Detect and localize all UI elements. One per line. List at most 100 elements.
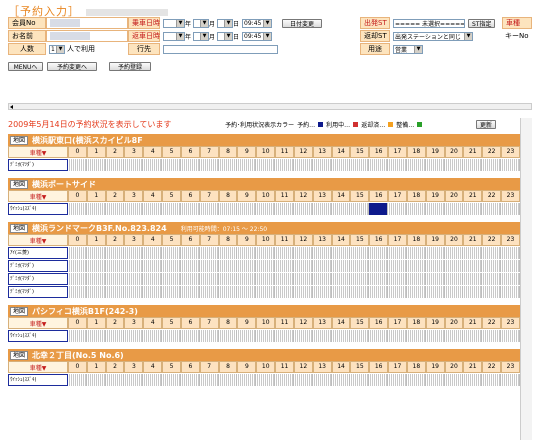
time-slot[interactable] <box>124 286 144 298</box>
time-slot[interactable] <box>369 330 389 342</box>
change-date-button[interactable]: 日付変更 <box>282 18 323 28</box>
time-slot[interactable] <box>312 203 332 215</box>
time-slot[interactable] <box>444 374 464 386</box>
time-slot[interactable] <box>312 330 332 342</box>
time-slot[interactable] <box>463 273 483 285</box>
time-slot[interactable] <box>143 286 163 298</box>
time-slot[interactable] <box>293 374 313 386</box>
time-slot[interactable] <box>124 260 144 272</box>
time-slot[interactable] <box>143 260 163 272</box>
time-slot[interactable] <box>218 159 238 171</box>
time-slot[interactable] <box>406 273 426 285</box>
car-type-sort[interactable]: 車種▼ <box>8 190 68 202</box>
change-reservation-button[interactable]: 予約変更へ <box>47 62 97 71</box>
time-slot[interactable] <box>444 159 464 171</box>
time-slot[interactable] <box>312 374 332 386</box>
time-slot[interactable] <box>482 330 502 342</box>
car-name[interactable]: ｱｲ(三菱) <box>8 247 68 259</box>
time-slot[interactable] <box>275 273 294 285</box>
time-slot[interactable] <box>180 247 200 259</box>
time-slot[interactable] <box>388 374 407 386</box>
time-slot[interactable] <box>482 260 502 272</box>
return-month-select[interactable]: ▼ <box>193 31 210 41</box>
time-slot[interactable] <box>237 159 257 171</box>
time-slot[interactable] <box>293 247 313 259</box>
time-slot[interactable] <box>482 273 502 285</box>
horizontal-scrollbar[interactable] <box>8 103 532 110</box>
time-slot[interactable] <box>293 203 313 215</box>
time-slot[interactable] <box>350 159 370 171</box>
time-slot[interactable] <box>388 286 407 298</box>
time-slot[interactable] <box>350 260 370 272</box>
depart-st-select[interactable]: ===== 未選択=====▼ <box>393 18 465 28</box>
time-slot[interactable] <box>124 374 144 386</box>
time-slot[interactable] <box>275 159 294 171</box>
time-slot[interactable] <box>86 159 106 171</box>
car-name[interactable]: ｳｲｯｼｭ(ｽｽﾞｷ) <box>8 203 68 215</box>
time-slot[interactable] <box>444 260 464 272</box>
time-slot[interactable] <box>331 330 351 342</box>
time-slot[interactable] <box>312 286 332 298</box>
car-name[interactable]: ﾃﾞﾐｵ(ﾏﾂﾀﾞ) <box>8 159 68 171</box>
time-slot[interactable] <box>180 159 200 171</box>
time-slot[interactable] <box>68 247 87 259</box>
time-slot[interactable] <box>482 159 502 171</box>
time-slot[interactable] <box>463 374 483 386</box>
time-slot[interactable] <box>293 330 313 342</box>
time-slot[interactable] <box>256 286 276 298</box>
time-slot[interactable] <box>501 203 520 215</box>
time-slot[interactable] <box>463 286 483 298</box>
time-slot[interactable] <box>68 374 87 386</box>
time-slot[interactable] <box>256 203 276 215</box>
time-slot[interactable] <box>444 330 464 342</box>
time-slot[interactable] <box>256 330 276 342</box>
car-name[interactable]: ｳｲｯｼｭ(ｽｽﾞｷ) <box>8 330 68 342</box>
time-slot[interactable] <box>162 374 181 386</box>
map-button[interactable]: 地図 <box>10 306 29 316</box>
scroll-left-arrow-icon[interactable] <box>10 105 13 109</box>
time-slot[interactable] <box>275 374 294 386</box>
time-slot[interactable] <box>463 159 483 171</box>
time-slot[interactable] <box>68 273 87 285</box>
time-slot[interactable] <box>180 260 200 272</box>
time-slot[interactable] <box>463 247 483 259</box>
time-slot[interactable] <box>199 159 219 171</box>
time-slot[interactable] <box>162 159 181 171</box>
time-slot[interactable] <box>293 273 313 285</box>
time-slot[interactable] <box>388 247 407 259</box>
time-slot[interactable] <box>218 260 238 272</box>
time-slot[interactable] <box>425 203 445 215</box>
car-type-sort[interactable]: 車種▼ <box>8 234 68 246</box>
car-name[interactable]: ｳｲｯｼｭ(ｽｽﾞｷ) <box>8 374 68 386</box>
time-slot[interactable] <box>86 247 106 259</box>
time-slot[interactable] <box>331 273 351 285</box>
time-slot[interactable] <box>425 247 445 259</box>
time-slot[interactable] <box>388 273 407 285</box>
return-year-select[interactable]: ▼ <box>163 31 185 41</box>
time-slot[interactable] <box>143 159 163 171</box>
time-slot[interactable] <box>369 247 389 259</box>
time-slot[interactable] <box>501 260 520 272</box>
time-slot[interactable] <box>444 286 464 298</box>
time-slot[interactable] <box>425 330 445 342</box>
time-slot[interactable] <box>124 247 144 259</box>
time-slot[interactable] <box>293 260 313 272</box>
time-slot[interactable] <box>237 247 257 259</box>
time-slot[interactable] <box>406 374 426 386</box>
time-slot[interactable] <box>501 330 520 342</box>
time-slot[interactable] <box>331 203 351 215</box>
register-reservation-button[interactable]: 予約登録 <box>109 62 151 71</box>
time-slot[interactable] <box>86 374 106 386</box>
time-slot[interactable] <box>86 260 106 272</box>
time-slot[interactable] <box>86 203 106 215</box>
time-slot[interactable] <box>406 260 426 272</box>
time-slot[interactable] <box>425 273 445 285</box>
time-slot[interactable] <box>275 260 294 272</box>
time-slot[interactable] <box>199 330 219 342</box>
time-slot[interactable] <box>162 286 181 298</box>
time-slot[interactable] <box>162 203 181 215</box>
time-slot[interactable] <box>388 159 407 171</box>
time-slot[interactable] <box>105 286 125 298</box>
time-slot[interactable] <box>369 286 389 298</box>
time-slot[interactable] <box>199 203 219 215</box>
